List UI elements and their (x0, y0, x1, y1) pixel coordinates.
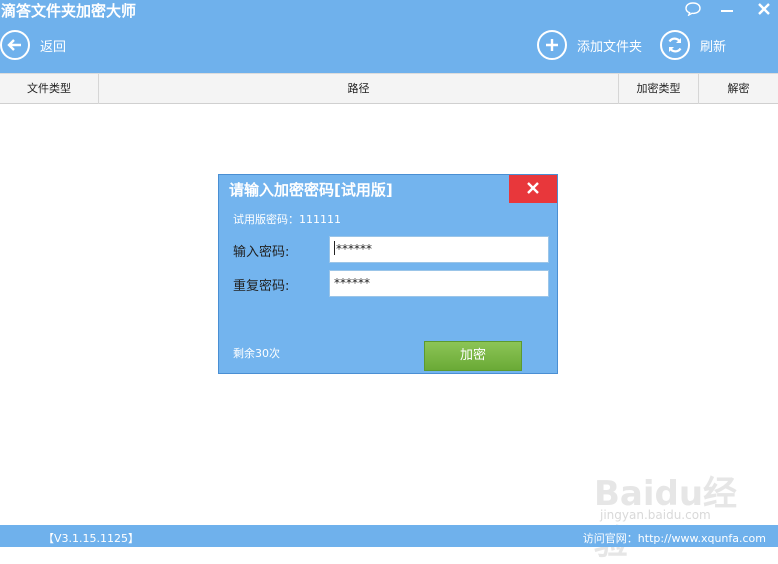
close-icon (750, 2, 778, 16)
password-input[interactable]: ****** (329, 236, 549, 263)
repeat-password-label: 重复密码: (233, 279, 290, 294)
minimize-button[interactable] (714, 0, 740, 20)
repeat-password-value: ****** (334, 276, 370, 290)
app-title: 滴答文件夹加密大师 (1, 2, 137, 20)
version-label: 【V3.1.15.1125】 (43, 532, 140, 545)
close-icon (526, 180, 540, 199)
trial-password-hint: 试用版密码：111111 (233, 213, 341, 226)
column-encrypt-type[interactable]: 加密类型 (619, 74, 699, 104)
password-dialog: 请输入加密密码[试用版] 试用版密码：111111 输入密码: ****** 重… (218, 174, 558, 374)
refresh-button[interactable]: 刷新 (660, 28, 726, 62)
minimize-icon (714, 2, 740, 16)
window-close-button[interactable] (750, 0, 778, 20)
chat-icon (680, 2, 706, 16)
website-link[interactable]: 访问官网：http://www.xqunfa.com (583, 530, 766, 546)
refresh-label: 刷新 (700, 39, 727, 55)
status-bar: 【V3.1.15.1125】 访问官网：http://www.xqunfa.co… (0, 525, 778, 547)
dialog-title: 请输入加密密码[试用版] (229, 181, 393, 199)
remaining-count: 剩余30次 (233, 347, 280, 360)
back-label: 返回 (40, 39, 67, 55)
back-arrow-icon (0, 30, 30, 60)
text-caret (334, 241, 335, 255)
dialog-close-button[interactable] (509, 175, 557, 203)
watermark: Baidu经验 jingyan.baidu.com (590, 462, 770, 563)
add-folder-button[interactable]: 添加文件夹 (537, 28, 642, 62)
encrypt-button[interactable]: 加密 (424, 341, 522, 371)
refresh-icon (660, 30, 690, 60)
watermark-url: jingyan.baidu.com (600, 508, 711, 522)
chat-button[interactable] (680, 0, 706, 20)
title-bar: 滴答文件夹加密大师 返回 添加文件夹 刷新 (0, 0, 778, 73)
password-label: 输入密码: (233, 245, 290, 260)
column-path[interactable]: 路径 (99, 74, 619, 104)
column-decrypt[interactable]: 解密 (699, 74, 778, 104)
repeat-password-input[interactable]: ****** (329, 270, 549, 297)
back-button[interactable]: 返回 (0, 28, 66, 62)
watermark-logo: Baidu经验 (594, 474, 738, 563)
add-circle-icon (537, 30, 567, 60)
column-file-type[interactable]: 文件类型 (0, 74, 99, 104)
add-folder-label: 添加文件夹 (577, 39, 643, 55)
table-header: 文件类型 路径 加密类型 解密 (0, 73, 778, 104)
password-value: ****** (336, 242, 372, 256)
